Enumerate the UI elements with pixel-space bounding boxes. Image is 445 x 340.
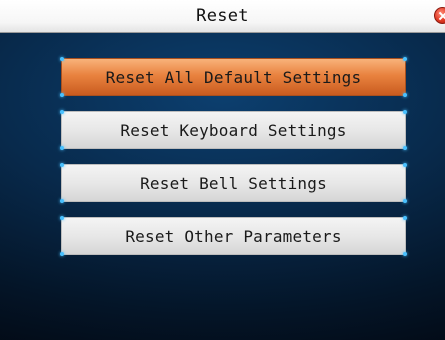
menu-item-label: Reset Keyboard Settings (120, 120, 347, 140)
close-icon[interactable] (434, 7, 445, 24)
corner-dot (403, 93, 407, 97)
corner-dot (60, 216, 64, 220)
reset-other-parameters-button[interactable]: Reset Other Parameters (60, 216, 407, 256)
corner-dot (60, 110, 64, 114)
corner-dot (403, 252, 407, 256)
menu-item-label: Reset Bell Settings (140, 173, 327, 193)
reset-screen: Reset Reset All Default Settings Reset K… (0, 0, 445, 340)
corner-dot (60, 199, 64, 203)
corner-dot (403, 146, 407, 150)
corner-dot (60, 252, 64, 256)
menu-item-label: Reset Other Parameters (125, 226, 342, 246)
reset-menu: Reset All Default Settings Reset Keyboar… (60, 57, 407, 270)
corner-dot (403, 216, 407, 220)
corner-dot (60, 163, 64, 167)
corner-dot (403, 110, 407, 114)
menu-item-label: Reset All Default Settings (105, 67, 362, 87)
reset-bell-settings-button[interactable]: Reset Bell Settings (60, 163, 407, 203)
corner-dot (60, 146, 64, 150)
corner-dot (403, 199, 407, 203)
corner-dot (403, 57, 407, 61)
corner-dot (60, 93, 64, 97)
title-bar: Reset (0, 0, 445, 33)
corner-dot (403, 163, 407, 167)
reset-all-default-settings-button[interactable]: Reset All Default Settings (60, 57, 407, 97)
reset-keyboard-settings-button[interactable]: Reset Keyboard Settings (60, 110, 407, 150)
page-title: Reset (196, 6, 249, 26)
corner-dot (60, 57, 64, 61)
